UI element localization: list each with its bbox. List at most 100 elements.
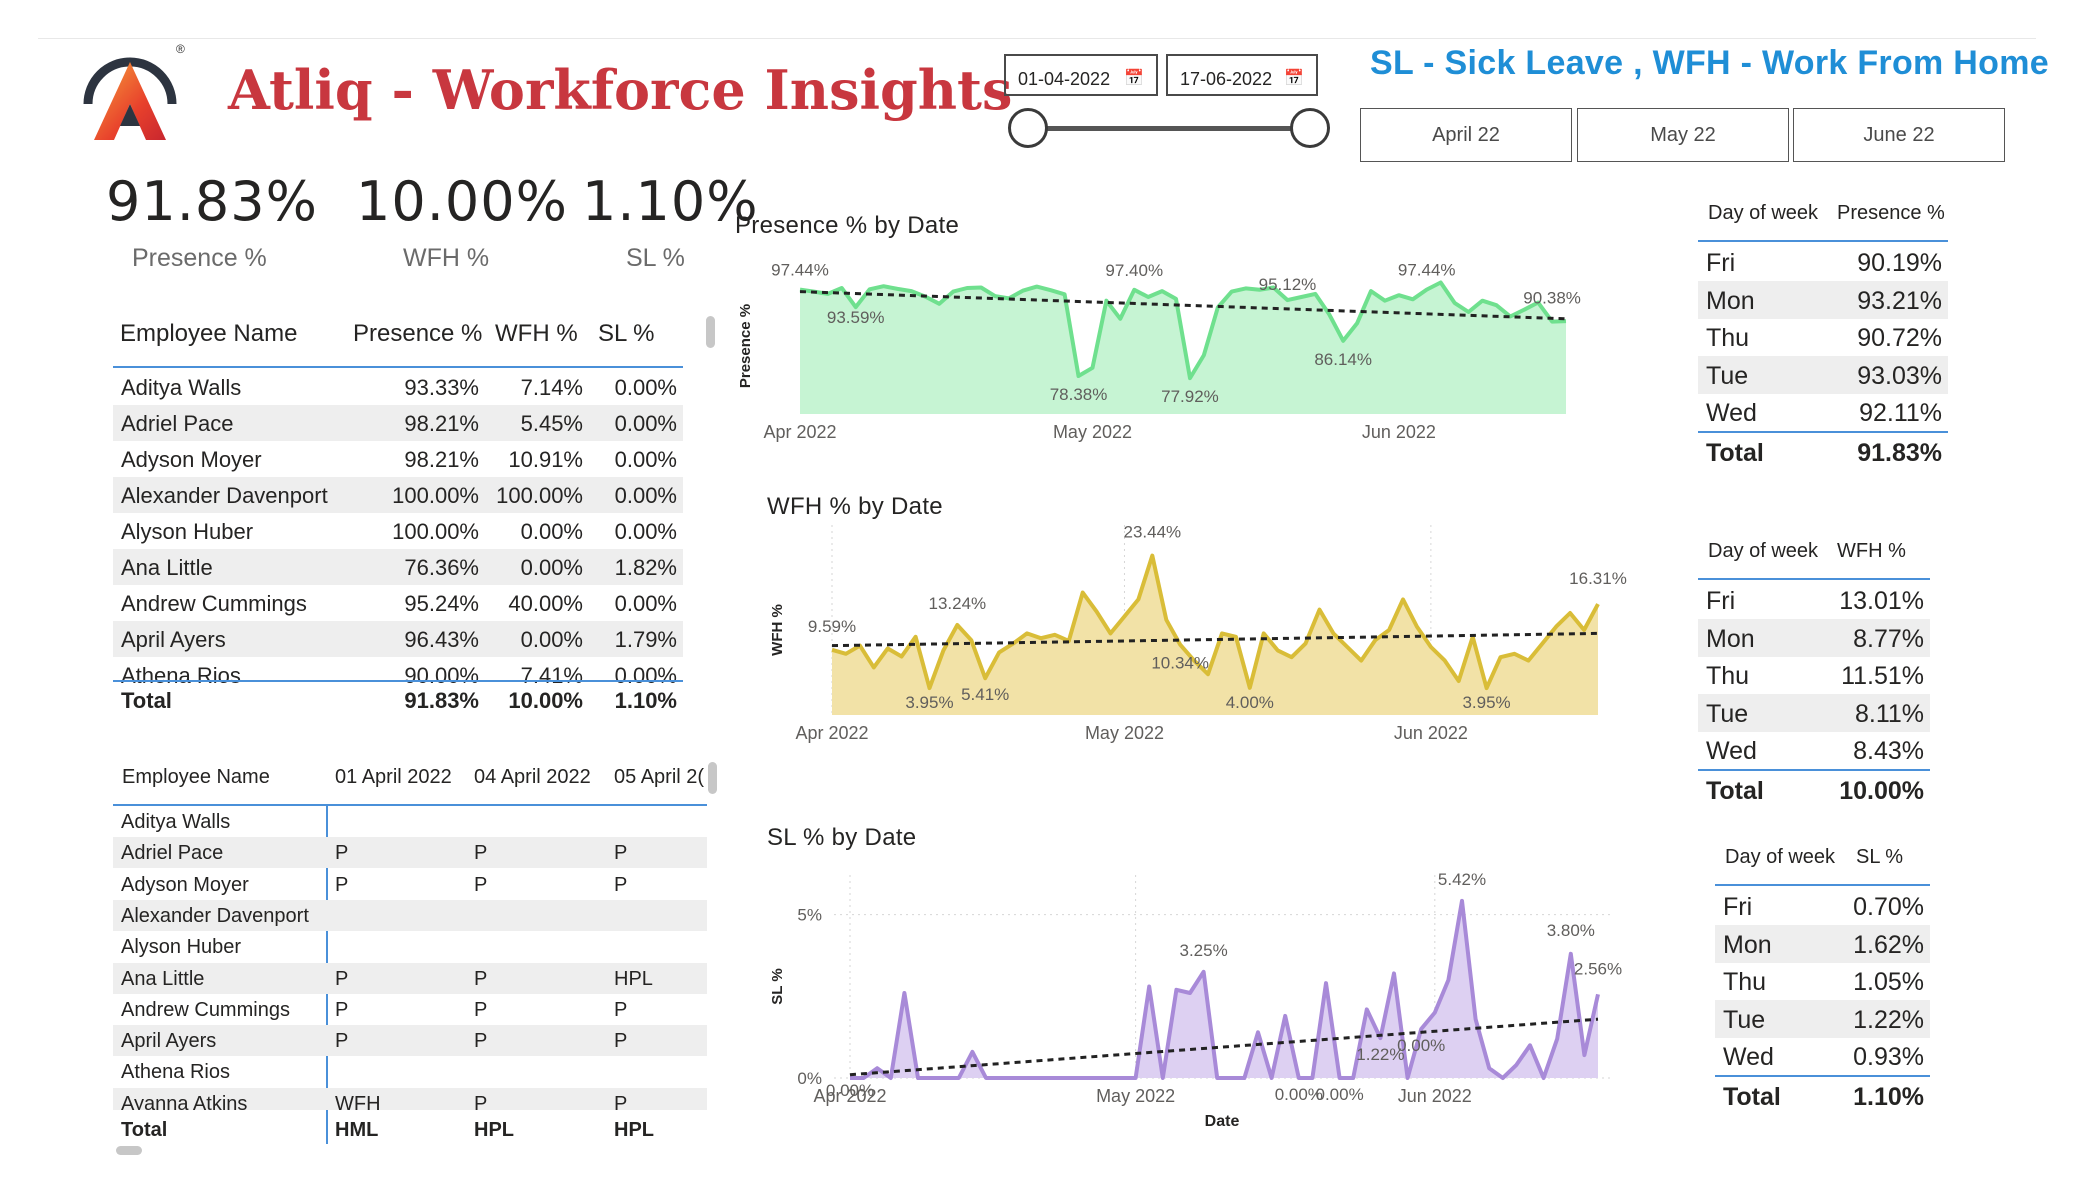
data-label: 97.44% (771, 261, 829, 280)
y-tick-label: 5% (797, 906, 822, 925)
data-label: 10.34% (1151, 654, 1209, 673)
table-total-row: Total 1.10% (1715, 1077, 1930, 1115)
value-cell: 13.01% (1839, 587, 1924, 615)
table-row[interactable]: Thu 1.05% (1715, 962, 1930, 1000)
x-tick-label: Apr 2022 (763, 422, 836, 442)
day-cell: Thu (1706, 662, 1750, 691)
series-line (850, 898, 1600, 1080)
data-label: 9.59% (808, 617, 856, 636)
table-total-row: Total 91.83% (1698, 433, 1948, 471)
y-axis-label: WFH % (769, 604, 786, 656)
x-tick-label: May 2022 (1096, 1086, 1175, 1106)
day-cell: Mon (1723, 930, 1772, 959)
day-cell: Fri (1723, 893, 1753, 921)
day-cell: Thu (1723, 968, 1767, 997)
day-cell: Fri (1706, 587, 1736, 615)
x-tick-label: Apr 2022 (795, 723, 868, 743)
value-cell: 1.62% (1853, 930, 1924, 959)
table-row[interactable]: Wed 0.93% (1715, 1037, 1930, 1075)
header-rule (1698, 578, 1930, 580)
table-row[interactable]: Tue 8.11% (1698, 693, 1930, 732)
value-cell: 8.11% (1854, 699, 1924, 728)
data-label: 93.59% (827, 308, 885, 327)
data-label: 16.31% (1569, 569, 1627, 588)
value-cell: 90.72% (1857, 324, 1942, 353)
table-row[interactable]: Fri 90.19% (1698, 243, 1948, 281)
day-cell: Wed (1706, 737, 1757, 766)
data-label: 3.80% (1547, 921, 1595, 940)
column-header-day[interactable]: Day of week (1725, 846, 1835, 869)
column-header-day[interactable]: Day of week (1708, 540, 1818, 563)
table-row[interactable]: Mon 93.21% (1698, 280, 1948, 319)
day-cell: Mon (1706, 286, 1755, 315)
data-label: 78.38% (1050, 385, 1108, 404)
data-label: 3.95% (1462, 693, 1510, 712)
total-value: 1.10% (1853, 1083, 1924, 1111)
value-cell: 8.77% (1853, 624, 1924, 653)
data-label: 0.00% (1315, 1085, 1363, 1104)
day-cell: Tue (1706, 361, 1749, 390)
table-row[interactable]: Fri 13.01% (1698, 581, 1930, 619)
x-tick-label: Jun 2022 (1362, 422, 1436, 442)
table-row[interactable]: Tue 93.03% (1698, 355, 1948, 394)
day-cell: Fri (1706, 249, 1736, 277)
value-cell: 1.22% (1853, 1005, 1924, 1034)
day-cell: Tue (1723, 1005, 1766, 1034)
value-cell: 11.51% (1841, 662, 1924, 691)
data-label: 77.92% (1161, 387, 1219, 406)
day-cell: Tue (1706, 699, 1749, 728)
data-label: 5.41% (961, 685, 1009, 704)
data-label: 4.00% (1226, 693, 1274, 712)
table-row[interactable]: Wed 8.43% (1698, 731, 1930, 769)
total-label: Total (1706, 439, 1764, 467)
value-cell: 8.43% (1853, 737, 1924, 766)
data-label: 95.12% (1259, 275, 1317, 294)
column-header-value[interactable]: WFH % (1837, 540, 1906, 563)
total-label: Total (1723, 1083, 1781, 1111)
trend-line (831, 631, 1599, 648)
x-tick-label: Jun 2022 (1394, 723, 1468, 743)
day-cell: Mon (1706, 624, 1755, 653)
value-cell: 93.03% (1857, 361, 1942, 390)
data-label: 0.00% (1397, 1036, 1445, 1055)
data-label: 5.42% (1438, 870, 1486, 889)
table-row[interactable]: Mon 8.77% (1698, 618, 1930, 657)
data-label: 3.95% (905, 693, 953, 712)
x-tick-label: Apr 2022 (813, 1086, 886, 1106)
total-value: 10.00% (1839, 777, 1924, 805)
table-row[interactable]: Fri 0.70% (1715, 887, 1930, 925)
day-cell: Wed (1706, 399, 1757, 428)
data-label: 2.56% (1574, 959, 1622, 978)
data-label: 3.25% (1179, 941, 1227, 960)
table-row[interactable]: Thu 11.51% (1698, 656, 1930, 694)
column-header-value[interactable]: SL % (1856, 846, 1903, 869)
table-row[interactable]: Thu 90.72% (1698, 318, 1948, 356)
table-row[interactable]: Wed 92.11% (1698, 393, 1948, 431)
data-label: 97.44% (1398, 261, 1456, 280)
data-label: 97.40% (1105, 261, 1163, 280)
data-label: 13.24% (929, 594, 987, 613)
total-value: 91.83% (1857, 439, 1942, 467)
value-cell: 1.05% (1853, 968, 1924, 997)
value-cell: 93.21% (1857, 286, 1942, 315)
column-header-value[interactable]: Presence % (1837, 202, 1945, 225)
day-cell: Wed (1723, 1043, 1774, 1072)
value-cell: 92.11% (1859, 399, 1942, 428)
value-cell: 0.70% (1853, 893, 1924, 921)
y-tick-label: 0% (797, 1069, 822, 1088)
value-cell: 90.19% (1857, 249, 1942, 277)
data-label: 23.44% (1123, 523, 1181, 542)
x-tick-label: May 2022 (1085, 723, 1164, 743)
value-cell: 0.93% (1853, 1043, 1924, 1072)
table-total-row: Total 10.00% (1698, 771, 1930, 809)
table-row[interactable]: Tue 1.22% (1715, 999, 1930, 1038)
table-row[interactable]: Mon 1.62% (1715, 924, 1930, 963)
x-tick-label: Jun 2022 (1398, 1086, 1472, 1106)
data-label: 90.38% (1523, 289, 1581, 308)
y-axis-label: SL % (769, 968, 786, 1004)
x-axis-label: Date (1205, 1113, 1240, 1130)
header-rule (1715, 884, 1930, 886)
column-header-day[interactable]: Day of week (1708, 202, 1818, 225)
y-axis-label: Presence % (737, 304, 754, 388)
data-label: 86.14% (1314, 350, 1372, 369)
